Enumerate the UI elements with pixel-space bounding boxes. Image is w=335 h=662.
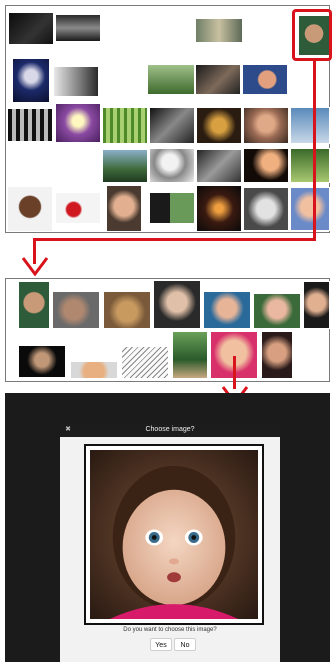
image-grid-initial: [5, 5, 330, 233]
image-thumbnail[interactable]: [55, 103, 101, 143]
arrow-line: [33, 238, 316, 241]
image-thumbnail[interactable]: [55, 192, 101, 224]
image-grid-similar: [5, 278, 330, 382]
image-thumbnail[interactable]: [103, 291, 151, 329]
image-thumbnail[interactable]: [53, 66, 99, 97]
no-button[interactable]: No: [174, 638, 196, 651]
image-thumbnail[interactable]: [18, 345, 66, 378]
image-thumbnail[interactable]: [7, 186, 53, 232]
image-thumbnail[interactable]: [290, 187, 330, 231]
image-preview: [90, 450, 258, 619]
close-icon[interactable]: ✖: [64, 426, 72, 434]
arrow-down-icon: [21, 257, 49, 276]
image-thumbnail[interactable]: [303, 281, 330, 329]
image-thumbnail[interactable]: [203, 291, 251, 329]
image-thumbnail[interactable]: [149, 148, 195, 183]
selected-image-highlight: [292, 9, 332, 61]
arrow-line: [313, 61, 316, 241]
image-thumbnail[interactable]: [195, 64, 241, 95]
image-thumbnail[interactable]: [18, 281, 50, 329]
confirm-question: Do you want to choose this image?: [123, 627, 217, 633]
image-thumbnail[interactable]: [12, 58, 50, 103]
image-thumbnail[interactable]: [70, 361, 118, 379]
image-thumbnail[interactable]: [106, 185, 142, 232]
image-thumbnail[interactable]: [261, 331, 293, 379]
image-thumbnail[interactable]: [243, 187, 289, 231]
image-thumbnail[interactable]: [52, 291, 100, 329]
image-thumbnail[interactable]: [196, 107, 242, 144]
image-thumbnail[interactable]: [102, 107, 148, 144]
image-thumbnail[interactable]: [195, 18, 243, 43]
image-thumbnail[interactable]: [290, 107, 330, 144]
image-thumbnail[interactable]: [102, 149, 148, 183]
dialog-header: ✖ Choose image?: [60, 423, 280, 437]
image-thumbnail[interactable]: [7, 108, 53, 142]
image-preview-frame: [84, 444, 264, 625]
yes-button[interactable]: Yes: [150, 638, 172, 651]
image-thumbnail[interactable]: [8, 12, 54, 45]
image-thumbnail[interactable]: [121, 346, 169, 379]
image-thumbnail[interactable]: [147, 64, 195, 95]
image-thumbnail[interactable]: [196, 149, 242, 183]
image-thumbnail[interactable]: [290, 148, 330, 183]
image-thumbnail[interactable]: [243, 107, 289, 144]
image-thumbnail[interactable]: [149, 192, 195, 224]
dialog-title: Choose image?: [145, 426, 195, 433]
image-thumbnail[interactable]: [196, 185, 242, 232]
image-thumbnail[interactable]: [149, 107, 195, 144]
image-thumbnail[interactable]: [55, 14, 101, 42]
image-thumbnail[interactable]: [153, 280, 201, 329]
image-thumbnail[interactable]: [172, 331, 208, 379]
choose-image-dialog: ✖ Choose image? Do you want to choose th…: [60, 423, 280, 662]
image-thumbnail[interactable]: [242, 64, 288, 95]
image-thumbnail[interactable]: [253, 293, 301, 329]
image-thumbnail[interactable]: [243, 148, 289, 183]
